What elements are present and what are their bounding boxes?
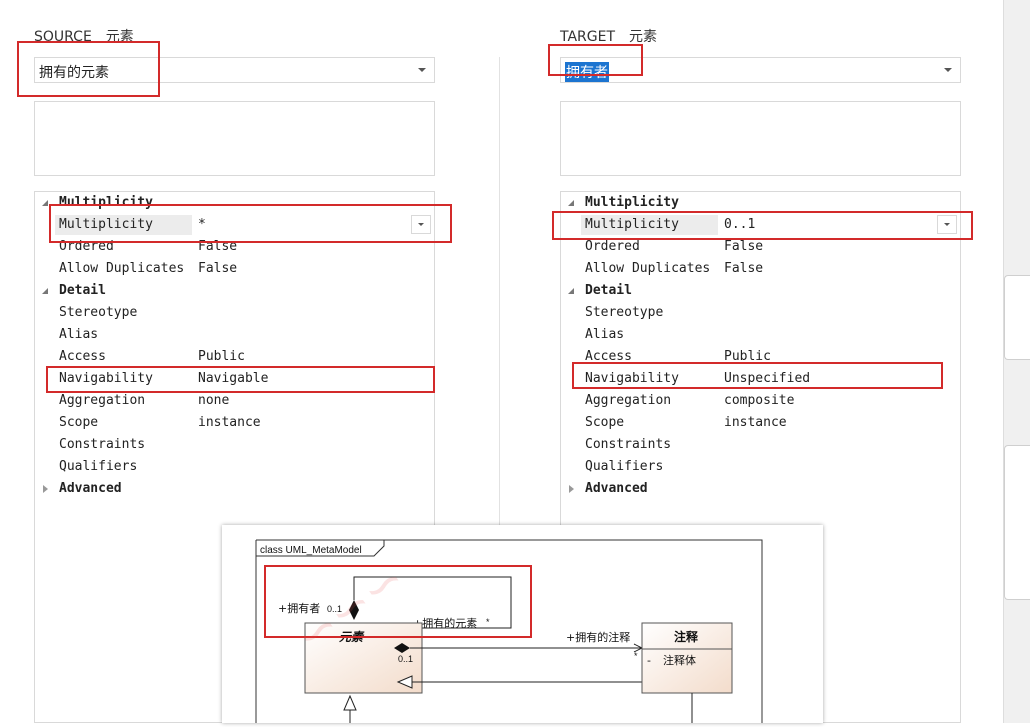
collapsed-triangle-icon[interactable]: [43, 485, 48, 493]
property-category[interactable]: Advanced: [561, 478, 960, 500]
expanded-triangle-icon[interactable]: [42, 200, 48, 206]
expanded-triangle-icon[interactable]: [568, 288, 574, 294]
frame-label: class UML_MetaModel: [260, 545, 362, 556]
property-value[interactable]: Public: [198, 349, 245, 364]
highlight-box: [552, 211, 973, 240]
assoc-src-mult: 0..1: [398, 654, 413, 664]
highlight-box: [46, 366, 435, 393]
property-value[interactable]: False: [198, 261, 237, 276]
target-header: TARGET 元素: [560, 29, 658, 45]
property-label: Aggregation: [585, 393, 672, 408]
assoc-dst-mult: *: [634, 651, 638, 661]
property-row[interactable]: Scope instance: [35, 412, 434, 434]
property-label: Advanced: [59, 481, 122, 496]
property-category[interactable]: Detail: [561, 280, 960, 302]
property-label: Detail: [585, 283, 632, 298]
property-label: Stereotype: [59, 305, 138, 320]
side-panel-strip: [1003, 0, 1030, 723]
property-label: Allow Duplicates: [585, 261, 711, 276]
property-label: Access: [59, 349, 106, 364]
note-attr-name: 注释体: [663, 653, 696, 667]
property-row[interactable]: Aggregation none: [35, 390, 434, 412]
property-row[interactable]: Stereotype: [35, 302, 434, 324]
property-label: Alias: [59, 327, 99, 342]
property-row[interactable]: Alias: [561, 324, 960, 346]
property-label: Alias: [585, 327, 625, 342]
highlight-box: [548, 44, 643, 76]
property-value[interactable]: False: [724, 261, 763, 276]
expanded-triangle-icon[interactable]: [568, 200, 574, 206]
target-notes-field[interactable]: [560, 101, 961, 176]
property-row[interactable]: Constraints: [35, 434, 434, 456]
side-tab[interactable]: [1004, 275, 1030, 360]
property-label: Detail: [59, 283, 106, 298]
property-label: Qualifiers: [585, 459, 664, 474]
expanded-triangle-icon[interactable]: [42, 288, 48, 294]
highlight-box: [572, 362, 943, 389]
property-value[interactable]: instance: [198, 415, 261, 430]
property-label: Ordered: [585, 239, 640, 254]
property-value[interactable]: False: [724, 239, 763, 254]
inherit-arrow-icon: [343, 694, 357, 711]
chevron-down-icon[interactable]: [418, 68, 426, 72]
property-value[interactable]: instance: [724, 415, 787, 430]
property-label: Allow Duplicates: [59, 261, 185, 276]
property-label: Scope: [59, 415, 99, 430]
property-label: Constraints: [585, 437, 672, 452]
property-category[interactable]: Advanced: [35, 478, 434, 500]
property-category[interactable]: Detail: [35, 280, 434, 302]
property-value[interactable]: none: [198, 393, 229, 408]
property-row[interactable]: Alias: [35, 324, 434, 346]
side-tab[interactable]: [1004, 445, 1030, 600]
property-label: Constraints: [59, 437, 146, 452]
property-label: Multiplicity: [585, 195, 679, 210]
property-row[interactable]: Aggregation composite: [561, 390, 960, 412]
property-label: Scope: [585, 415, 625, 430]
property-label: Advanced: [585, 481, 648, 496]
highlight-box: [49, 204, 452, 243]
note-attr-visibility: -: [647, 654, 651, 667]
property-row[interactable]: Scope instance: [561, 412, 960, 434]
property-row[interactable]: Allow Duplicates False: [561, 258, 960, 280]
property-row[interactable]: Allow Duplicates False: [35, 258, 434, 280]
property-row[interactable]: Access Public: [35, 346, 434, 368]
property-row[interactable]: Stereotype: [561, 302, 960, 324]
property-row[interactable]: Qualifiers: [35, 456, 434, 478]
property-label: Aggregation: [59, 393, 146, 408]
property-row[interactable]: Constraints: [561, 434, 960, 456]
property-label: Qualifiers: [59, 459, 138, 474]
property-label: Stereotype: [585, 305, 664, 320]
note-class-name: 注释: [674, 629, 699, 644]
chevron-down-icon[interactable]: [944, 68, 952, 72]
property-value[interactable]: composite: [724, 393, 794, 408]
collapsed-triangle-icon[interactable]: [569, 485, 574, 493]
property-row[interactable]: Qualifiers: [561, 456, 960, 478]
highlight-box: [17, 41, 160, 97]
source-notes-field[interactable]: [34, 101, 435, 176]
assoc-role-label: +拥有的注释: [566, 630, 630, 644]
